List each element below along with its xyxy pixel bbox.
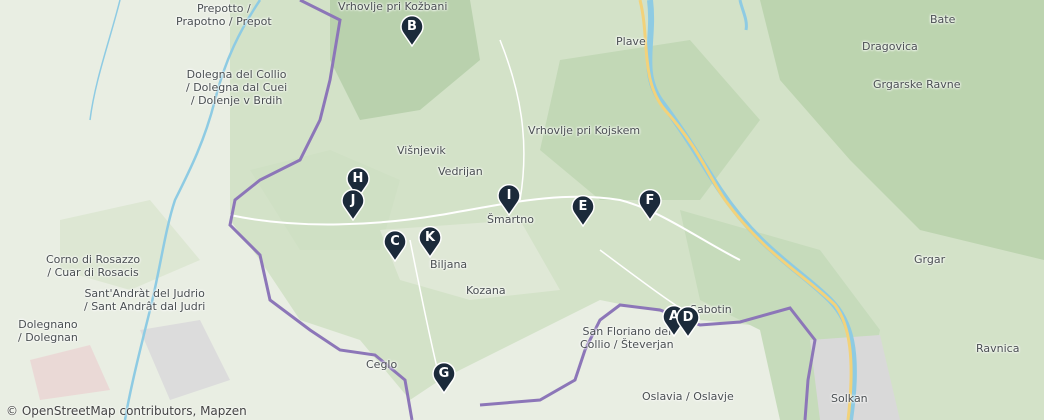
marker-label: B (407, 19, 417, 34)
place-label-vrhovlje-kojskem: Vrhovlje pri Kojskem (528, 124, 641, 137)
marker-label: K (424, 230, 436, 245)
map-marker-d[interactable]: D (675, 305, 701, 339)
place-label-santandrat: Sant'Andràt del Judrio / Sant Andrât dal … (84, 287, 206, 313)
place-label-prepotto: Prepotto / Prapotno / Prepot (176, 2, 272, 28)
place-label-plave: Plave (616, 35, 646, 48)
map-marker-b[interactable]: B (399, 14, 425, 48)
place-label-ravnica: Ravnica (976, 342, 1020, 355)
map-marker-i[interactable]: I (496, 183, 522, 217)
map-attribution[interactable]: © OpenStreetMap contributors, Mapzen (6, 404, 247, 418)
map-marker-g[interactable]: G (431, 361, 457, 395)
place-label-oslavia: Oslavia / Oslavje (642, 390, 734, 403)
marker-label: H (352, 171, 364, 186)
place-label-san-floriano: San Floriano del Collio / Števerjan (580, 325, 674, 351)
place-label-ceglo: Ceglo (366, 358, 398, 371)
map-marker-f[interactable]: F (637, 188, 663, 222)
place-label-dolegnano: Dolegnano / Dolegnan (18, 318, 78, 344)
map-terrain (0, 0, 1044, 420)
place-label-solkan: Solkan (831, 392, 868, 405)
place-label-dolegna: Dolegna del Collio / Dolegna dal Cuei / Do… (186, 68, 288, 107)
marker-label: F (645, 193, 655, 208)
place-label-vedrijan: Vedrijan (438, 165, 483, 178)
marker-label: C (390, 234, 400, 249)
place-label-visnjevik: Višnjevik (397, 144, 446, 157)
marker-label: G (438, 366, 450, 381)
map-marker-e[interactable]: E (570, 194, 596, 228)
place-label-dragovica: Dragovica (862, 40, 918, 53)
marker-label: E (578, 199, 588, 214)
map-view[interactable]: Prepotto / Prapotno / Prepot Vrhovlje pri… (0, 0, 1044, 420)
marker-label: D (682, 310, 694, 325)
place-label-grgarske-ravne: Grgarske Ravne (873, 78, 961, 91)
place-label-grgar: Grgar (914, 253, 946, 266)
marker-label: I (506, 188, 512, 203)
place-label-biljana: Biljana (430, 258, 468, 271)
marker-label: J (350, 193, 356, 208)
place-label-vrhovlje-kozbani: Vrhovlje pri Kožbani (338, 0, 448, 13)
place-label-corno: Corno di Rosazzo / Cuar di Rosacis (46, 253, 141, 279)
map-marker-k[interactable]: K (417, 225, 443, 259)
place-label-kozana: Kozana (466, 284, 506, 297)
map-marker-c[interactable]: C (382, 229, 408, 263)
place-label-bate: Bate (930, 13, 956, 26)
map-marker-j[interactable]: J (340, 188, 366, 222)
